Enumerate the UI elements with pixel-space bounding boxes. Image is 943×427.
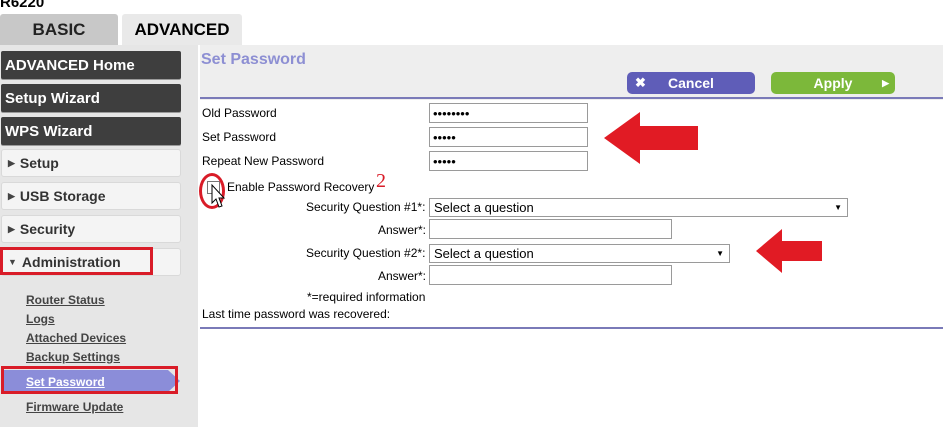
cursor-icon	[211, 183, 226, 208]
security-question-2-label: Security Question #2*:	[306, 246, 426, 260]
repeat-password-label: Repeat New Password	[202, 154, 325, 168]
security-question-2-select[interactable]: Select a question ▼	[429, 244, 730, 263]
last-recovered-label: Last time password was recovered:	[202, 307, 391, 321]
sub-item-firmware-update[interactable]: Firmware Update	[26, 400, 123, 414]
chevron-down-icon: ▼	[834, 203, 842, 212]
sidebar-item-label: Security	[19, 221, 76, 237]
old-password-label: Old Password	[202, 106, 277, 120]
answer-2-label: Answer*:	[378, 269, 427, 283]
sidebar-item-label: Setup	[19, 155, 59, 171]
enable-recovery-label: Enable Password Recovery	[227, 180, 375, 194]
header-divider	[200, 97, 943, 99]
highlight-administration	[0, 247, 153, 275]
chevron-right-icon: ▶	[8, 190, 15, 201]
sidebar-item-label: USB Storage	[19, 188, 106, 204]
close-icon: ✖	[635, 75, 646, 90]
chevron-right-icon: ▶	[8, 157, 15, 168]
sidebar-item-setup[interactable]: ▶ Setup	[1, 149, 181, 177]
security-question-1-label: Security Question #1*:	[306, 200, 426, 214]
required-note: *=required information	[307, 290, 426, 304]
cancel-button[interactable]: ✖ Cancel	[627, 72, 755, 94]
page-title: Set Password	[201, 51, 306, 68]
router-model: R6220	[0, 0, 45, 11]
answer-2-field[interactable]	[429, 265, 672, 285]
chevron-down-icon: ▼	[716, 249, 724, 258]
sidebar-item-security[interactable]: ▶ Security	[1, 215, 181, 243]
sub-item-backup-settings[interactable]: Backup Settings	[26, 350, 120, 364]
tab-basic[interactable]: BASIC	[0, 14, 118, 45]
tab-advanced[interactable]: ADVANCED	[122, 14, 242, 45]
sidebar-item-usb-storage[interactable]: ▶ USB Storage	[1, 182, 181, 210]
form-divider	[200, 327, 943, 329]
annotation-arrow-left-icon	[604, 112, 698, 164]
apply-button[interactable]: Apply ▶	[771, 72, 895, 94]
repeat-password-field[interactable]: •••••	[429, 151, 588, 171]
sub-item-logs[interactable]: Logs	[26, 312, 55, 326]
answer-1-field[interactable]	[429, 219, 672, 239]
sidebar-item-advanced-home[interactable]: ADVANCED Home	[1, 51, 181, 79]
chevron-right-icon: ▶	[8, 223, 15, 234]
arrow-right-icon: ▶	[882, 77, 889, 88]
highlight-set-password	[1, 366, 178, 394]
set-password-field[interactable]: •••••	[429, 127, 588, 147]
sidebar-item-setup-wizard[interactable]: Setup Wizard	[1, 84, 181, 112]
security-question-1-select[interactable]: Select a question ▼	[429, 198, 848, 217]
old-password-field[interactable]: ••••••••	[429, 103, 588, 123]
sub-item-router-status[interactable]: Router Status	[26, 293, 105, 307]
answer-1-label: Answer*:	[378, 223, 427, 237]
set-password-label: Set Password	[202, 130, 277, 144]
annotation-number: 2	[376, 170, 386, 192]
sub-item-attached-devices[interactable]: Attached Devices	[26, 331, 126, 345]
sidebar-item-wps-wizard[interactable]: WPS Wizard	[1, 117, 181, 145]
annotation-arrow-left-icon	[756, 229, 822, 273]
